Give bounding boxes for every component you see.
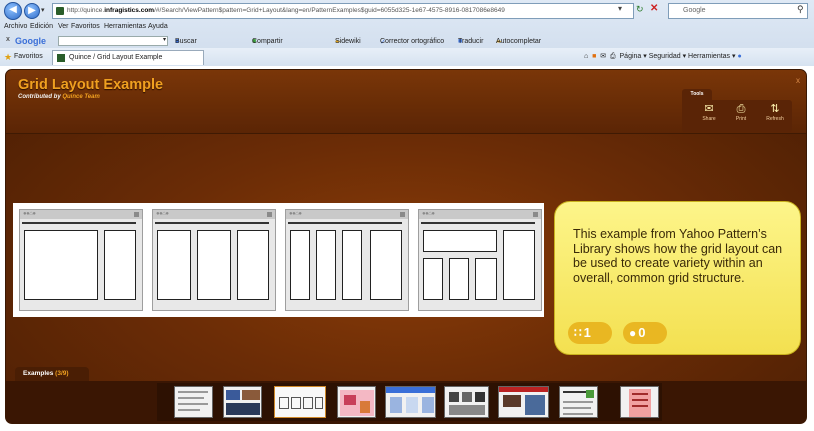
wireframe-4: ●●⌂● [418, 209, 542, 311]
stop-icon[interactable]: ✕ [650, 3, 658, 14]
search-input[interactable]: Google [668, 3, 808, 19]
wireframe-3: ●●⌂● [285, 209, 409, 311]
url-prefix: http://quince. [67, 7, 105, 14]
favorites-button[interactable]: Favoritos [14, 53, 43, 60]
example-description: This example from Yahoo Pattern’s Librar… [573, 227, 783, 285]
forward-button[interactable]: ▶ [24, 3, 40, 19]
rating-icon: ∷ [574, 326, 582, 340]
url-domain: infragistics.com [104, 7, 155, 14]
history-dropdown-icon[interactable]: ▾ [41, 6, 49, 16]
feeds-icon[interactable]: ■ [592, 53, 596, 60]
wireframe-2: ●●⌂● [152, 209, 276, 311]
sidewiki-label: Sidewiki [335, 38, 361, 45]
close-icon[interactable]: x [796, 76, 800, 85]
menu-archivo[interactable]: Archivo [4, 23, 27, 30]
share-button[interactable]: ✉ Share [694, 103, 724, 122]
compartir-label: Compartir [252, 38, 283, 45]
menu-bar: Archivo Edición Ver Favoritos Herramient… [0, 22, 814, 34]
share-label: Share [702, 116, 716, 122]
autocompletar-label: Autocompletar [496, 38, 542, 45]
toolbar-close-icon[interactable]: x [6, 36, 10, 43]
browser-chrome: ◀ ▶ ▾ http://quince.infragistics.com/#/S… [0, 0, 814, 66]
contributor-link[interactable]: Quince Team [62, 94, 99, 100]
print-label: Print [735, 116, 747, 122]
home-icon[interactable]: ⌂ [584, 53, 588, 60]
rating-button[interactable]: ∷ 1 [568, 322, 612, 344]
google-logo: Google [15, 36, 46, 46]
tab-favicon-icon [57, 54, 65, 62]
examples-label: Examples [23, 370, 54, 377]
help-icon[interactable]: ● [737, 53, 741, 60]
browser-tab[interactable]: Quince / Grid Layout Example [52, 50, 204, 65]
example-image: ●●⌂● ●●⌂● ●●⌂● ●●⌂● [13, 203, 544, 317]
corrector-label: Corrector ortográfico [380, 38, 445, 45]
thumbnails-panel [157, 383, 662, 421]
contributor-line: Contributed by Quince Team [18, 94, 100, 100]
wireframe-1: ●●⌂● [19, 209, 143, 311]
examples-strip [6, 381, 806, 423]
viewer-header: Grid Layout Example Contributed by Quinc… [6, 70, 806, 134]
traducir-label: Traducir [458, 38, 484, 45]
pattern-viewer: Grid Layout Example Contributed by Quinc… [5, 69, 807, 424]
comments-button[interactable]: ● 0 [623, 322, 667, 344]
google-toolbar: x Google ▾ ■ Buscar ■ Compartir ✒ Sidewi… [0, 34, 814, 48]
mail-icon[interactable]: ✉ [600, 53, 606, 60]
example-thumb-5[interactable] [385, 386, 436, 418]
print-button[interactable]: ⎙ Print [726, 103, 756, 122]
menu-edicion[interactable]: Edición [30, 23, 53, 30]
contributed-by-label: Contributed by [18, 94, 61, 100]
speech-bubble-icon: ● [629, 326, 637, 340]
site-favicon-icon [56, 7, 64, 15]
menu-favoritos[interactable]: Favoritos [71, 23, 100, 30]
chevron-down-icon[interactable]: ▾ [163, 36, 166, 43]
search-icon[interactable]: ⚲ [797, 4, 804, 15]
envelope-icon: ✉ [704, 103, 714, 115]
pagina-menu[interactable]: Página [620, 53, 642, 60]
print-icon[interactable]: ⎙ [610, 53, 616, 60]
menu-ayuda[interactable]: Ayuda [148, 23, 168, 30]
page-content: Grid Layout Example Contributed by Quinc… [0, 66, 814, 431]
refresh-button[interactable]: ⇅ Refresh [760, 103, 790, 122]
description-callout: This example from Yahoo Pattern’s Librar… [554, 201, 801, 355]
example-thumb-9[interactable] [620, 386, 659, 418]
printer-icon: ⎙ [736, 103, 746, 115]
examples-tab[interactable]: Examples (3/9) [15, 367, 89, 381]
examples-count: (3/9) [55, 370, 69, 377]
example-thumb-2[interactable] [223, 386, 262, 418]
refresh-label: Refresh [766, 116, 784, 122]
star-icon[interactable]: ★ [4, 52, 12, 63]
menu-herramientas[interactable]: Herramientas [104, 23, 146, 30]
rating-count: 1 [583, 325, 591, 340]
address-dropdown-icon[interactable]: ▾ [618, 4, 622, 13]
command-bar: ⌂ ■ ✉ ⎙ Página ▾ Seguridad ▾ Herramienta… [584, 53, 742, 60]
menu-ver[interactable]: Ver [58, 23, 69, 30]
page-title: Grid Layout Example [18, 77, 164, 93]
buscar-label: Buscar [175, 38, 197, 45]
address-bar[interactable]: http://quince.infragistics.com/#/Search/… [52, 3, 634, 19]
refresh-icon[interactable]: ↻ [636, 4, 644, 15]
example-thumb-3-selected[interactable] [274, 386, 326, 418]
seguridad-menu[interactable]: Seguridad [649, 53, 681, 60]
refresh-arrows-icon: ⇅ [770, 103, 780, 115]
address-row: ◀ ▶ ▾ http://quince.infragistics.com/#/S… [0, 0, 814, 22]
back-button[interactable]: ◀ [4, 2, 22, 20]
example-thumb-8[interactable] [559, 386, 598, 418]
tools-panel: ✉ Share ⎙ Print ⇅ Refresh [682, 100, 792, 132]
example-thumb-7[interactable] [498, 386, 549, 418]
favorites-bar: ★ Favoritos Quince / Grid Layout Example… [0, 48, 814, 66]
tab-title: Quince / Grid Layout Example [69, 54, 163, 61]
tools-tab: Tools [682, 89, 712, 100]
example-thumb-4[interactable] [337, 386, 376, 418]
url-path: /#/Search/ViewPattern$pattern=Grid+Layou… [154, 7, 505, 14]
example-thumb-6[interactable] [444, 386, 489, 418]
example-thumb-1[interactable] [174, 386, 213, 418]
comment-count: 0 [638, 325, 646, 340]
herramientas-menu[interactable]: Herramientas [688, 53, 730, 60]
google-toolbar-input[interactable] [58, 36, 168, 46]
